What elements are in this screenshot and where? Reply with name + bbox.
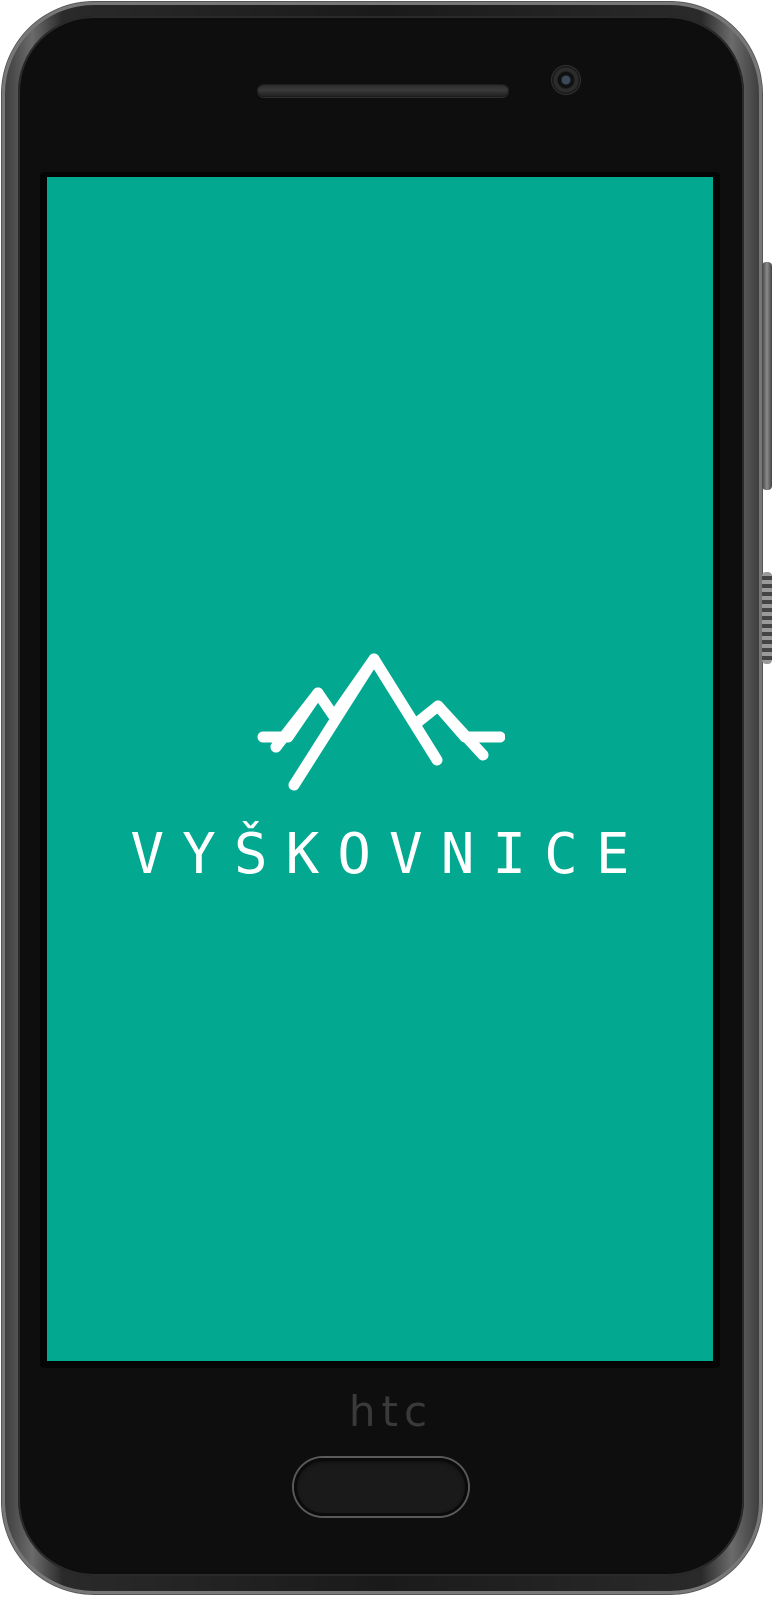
earpiece-speaker <box>257 83 509 97</box>
front-camera-icon <box>552 66 580 94</box>
mountain-peaks-icon <box>257 653 505 791</box>
app-logo-text: VYŠKOVNICE <box>130 822 648 887</box>
power-button[interactable] <box>762 262 772 490</box>
home-button[interactable] <box>294 1458 468 1516</box>
splash-screen: VYŠKOVNICE <box>47 177 713 1361</box>
device-brand-label: htc <box>348 1387 434 1436</box>
device-mockup: VYŠKOVNICE htc <box>0 0 782 1600</box>
volume-button[interactable] <box>762 572 772 664</box>
